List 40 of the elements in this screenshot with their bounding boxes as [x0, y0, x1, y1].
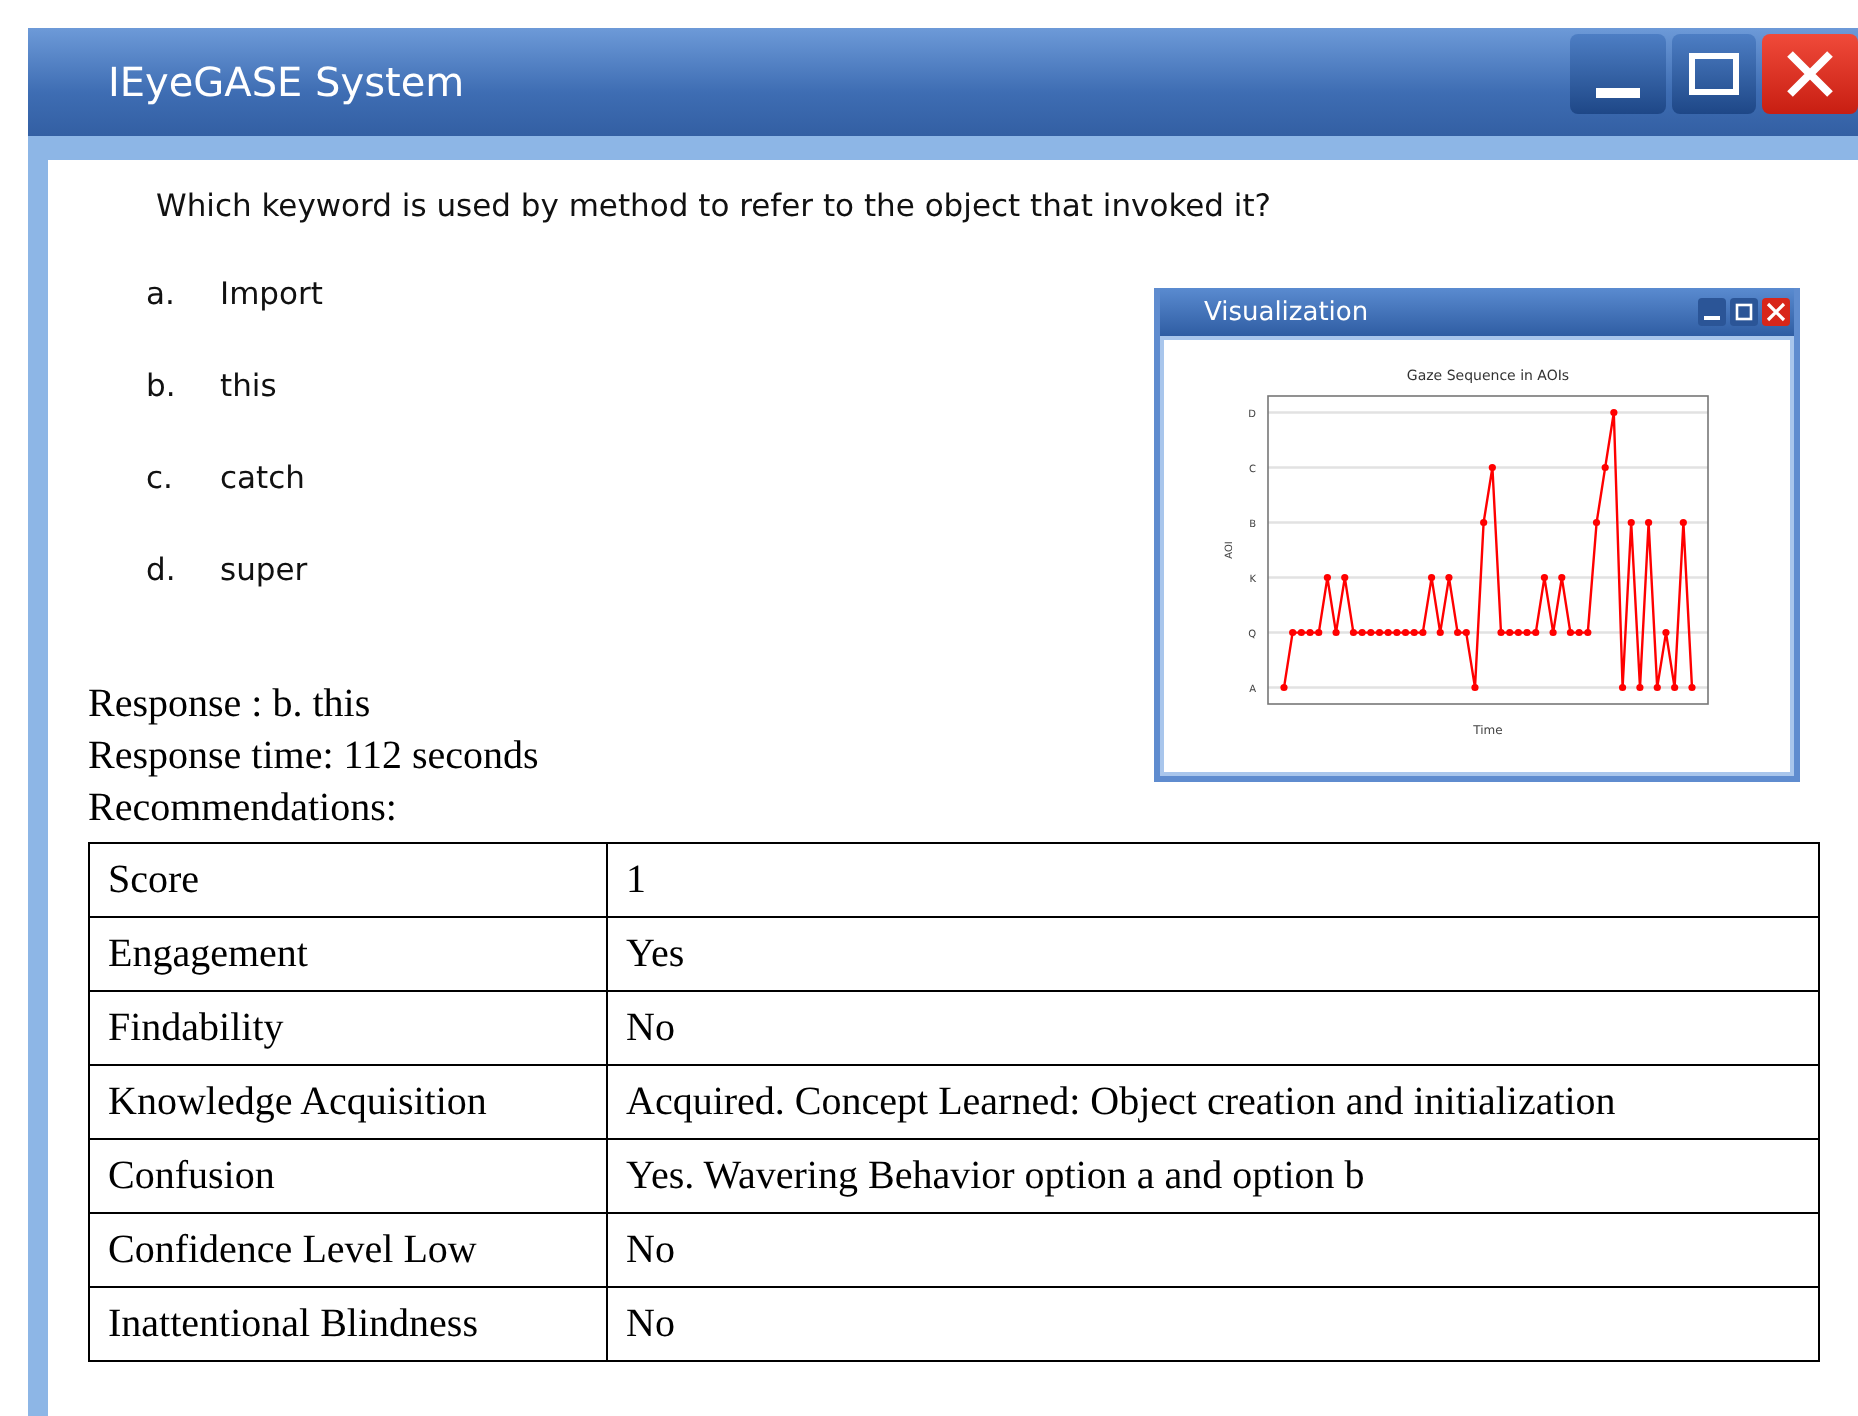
response-text: Response time: 112 seconds — [88, 732, 539, 782]
close-button[interactable] — [1762, 298, 1790, 326]
close-icon — [1784, 48, 1836, 100]
table-cell: Engagement — [89, 917, 607, 991]
table-cell: Acquired. Concept Learned: Object creation and initialization — [607, 1065, 1819, 1139]
option-letter: d. — [146, 552, 178, 588]
table-cell: No — [607, 991, 1819, 1065]
option-text: catch — [220, 460, 305, 496]
maximize-icon — [1734, 302, 1754, 322]
minimize-button[interactable] — [1698, 298, 1726, 326]
option-text: Import — [220, 276, 323, 312]
table-cell: Inattentional Blindness — [89, 1287, 607, 1361]
close-button[interactable] — [1762, 34, 1858, 114]
window-title: IEyeGASE System — [108, 58, 465, 106]
minimize-icon — [1704, 316, 1720, 320]
table-cell: Score — [89, 843, 607, 917]
window-title: Visualization — [1204, 297, 1369, 327]
option-text: super — [220, 552, 308, 588]
minimize-icon — [1596, 87, 1640, 97]
option-letter: c. — [146, 460, 175, 496]
option-letter: b. — [146, 368, 178, 404]
maximize-button[interactable] — [1730, 298, 1758, 326]
close-icon — [1766, 302, 1786, 322]
table-cell: Knowledge Acquisition — [89, 1065, 607, 1139]
table-cell: Findability — [89, 991, 607, 1065]
table-cell: No — [607, 1213, 1819, 1287]
maximize-button[interactable] — [1672, 34, 1756, 114]
response-text: Recommendations: — [88, 784, 397, 834]
option-letter: a. — [146, 276, 177, 312]
option-text: this — [220, 368, 277, 404]
maximize-icon — [1688, 50, 1740, 98]
minimize-button[interactable] — [1570, 34, 1666, 114]
table-cell: Yes — [607, 917, 1819, 991]
table-cell: Confidence Level Low — [89, 1213, 607, 1287]
table-cell: Confusion — [89, 1139, 607, 1213]
response-text: Response : b. this — [88, 680, 371, 730]
table-cell: Yes. Wavering Behavior option a and option b — [607, 1139, 1819, 1213]
table-cell: No — [607, 1287, 1819, 1361]
table-cell: 1 — [607, 843, 1819, 917]
question-text: Which keyword is used by method to refer to the object that invoked it? — [156, 188, 1274, 224]
